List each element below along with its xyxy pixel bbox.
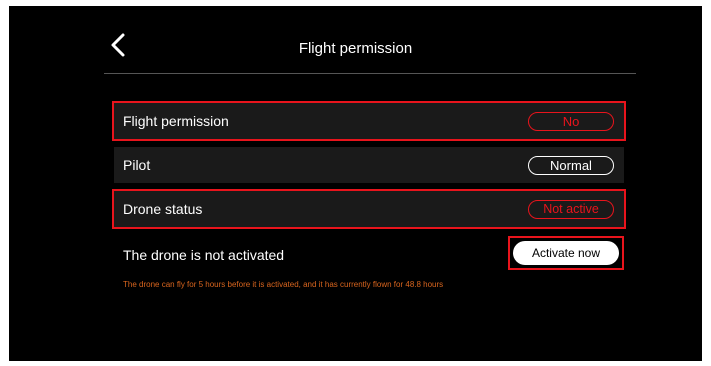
page-title: Flight permission [298,40,413,57]
activation-warning-note: The drone can fly for 5 hours before it … [123,280,444,289]
drone-status-label: Drone status [123,201,203,217]
drone-status-row: Drone status Not active [112,189,626,229]
app-screen: Flight permission Flight permission No P… [9,6,702,361]
activate-now-highlight: Activate now [508,236,624,270]
pilot-label: Pilot [123,157,151,173]
flight-permission-label: Flight permission [123,113,229,129]
header-divider [104,73,636,74]
activate-now-button[interactable]: Activate now [513,241,619,265]
pilot-row: Pilot Normal [114,147,624,183]
flight-permission-value-badge: No [528,111,614,131]
drone-status-value-badge: Not active [528,199,614,219]
flight-permission-row: Flight permission No [112,101,626,141]
activation-message: The drone is not activated [123,247,285,263]
pilot-value-badge: Normal [528,155,614,175]
